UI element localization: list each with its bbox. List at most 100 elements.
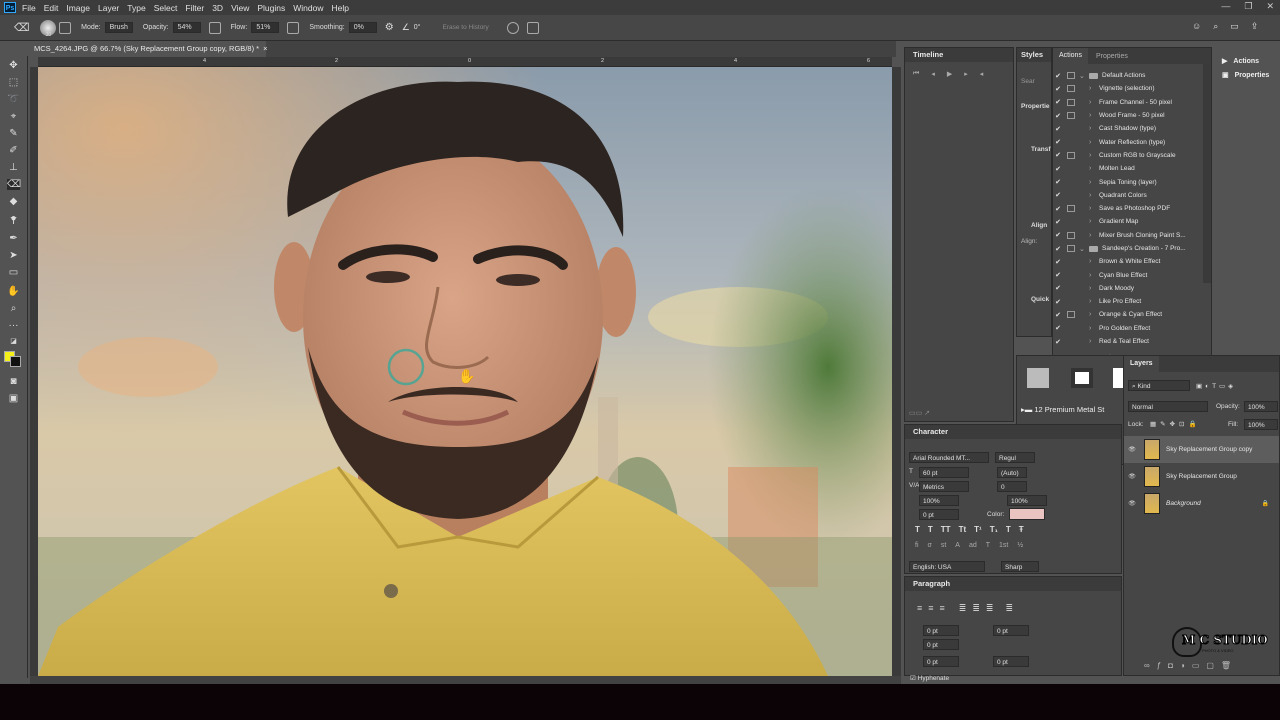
check-icon[interactable]: ✔: [1053, 138, 1063, 146]
type-style-button[interactable]: T₁: [990, 525, 998, 534]
stamp-tool-icon[interactable]: ⊥: [7, 162, 20, 173]
check-icon[interactable]: ✔: [1053, 271, 1063, 279]
first-frame-icon[interactable]: ⏮: [913, 70, 919, 78]
chevron-right-icon[interactable]: ›: [1089, 285, 1099, 292]
check-icon[interactable]: ✔: [1053, 112, 1063, 120]
share-export-icon[interactable]: ⇪: [1251, 21, 1259, 32]
action-row[interactable]: ✔ › Like Pro Effect: [1053, 295, 1211, 308]
check-icon[interactable]: ✔: [1053, 284, 1063, 292]
check-icon[interactable]: ✔: [1053, 231, 1063, 239]
blend-mode-select[interactable]: Normal: [1128, 401, 1208, 412]
font-style-select[interactable]: Regul: [995, 452, 1035, 463]
restore-icon[interactable]: ❐: [1244, 1, 1252, 12]
properties-tab[interactable]: Properties: [1088, 53, 1136, 60]
menu-select[interactable]: Select: [154, 3, 178, 13]
chevron-right-icon[interactable]: ›: [1089, 311, 1099, 318]
menu-view[interactable]: View: [231, 3, 249, 13]
menu-help[interactable]: Help: [331, 3, 348, 13]
blur-tool-icon[interactable]: ◆: [7, 196, 20, 207]
action-row[interactable]: ✔ › Molten Lead: [1053, 162, 1211, 175]
vertical-scrollbar[interactable]: [892, 67, 901, 676]
gear-icon[interactable]: ⚙: [385, 22, 394, 33]
chevron-right-icon[interactable]: ›: [1089, 165, 1099, 172]
action-row[interactable]: ✔ › Gradient Map: [1053, 215, 1211, 228]
dock-actions-button[interactable]: ▶ Actions: [1214, 53, 1280, 69]
hand-tool-icon[interactable]: ✋: [7, 286, 20, 297]
chevron-right-icon[interactable]: ›: [1089, 205, 1099, 212]
menu-3d[interactable]: 3D: [212, 3, 223, 13]
action-row[interactable]: ✔ ⌄ Default Actions: [1053, 69, 1211, 82]
mode-select[interactable]: Brush: [104, 22, 133, 33]
check-icon[interactable]: ✔: [1053, 98, 1063, 106]
quick-mask-icon[interactable]: ◙: [7, 376, 20, 387]
action-row[interactable]: ✔ › Quadrant Colors: [1053, 189, 1211, 202]
preset-swatch-1[interactable]: [1027, 368, 1049, 388]
background-color-swatch[interactable]: [10, 356, 21, 367]
visibility-eye-icon[interactable]: 👁: [1124, 500, 1140, 507]
action-row[interactable]: ✔ › Wood Frame - 50 pixel: [1053, 109, 1211, 122]
fill-input[interactable]: 100%: [1244, 419, 1278, 430]
antialias-select[interactable]: Sharp: [1001, 561, 1039, 572]
menu-file[interactable]: File: [22, 3, 36, 13]
audio-icon[interactable]: ◂: [980, 70, 984, 78]
chevron-right-icon[interactable]: ›: [1089, 125, 1099, 132]
document-canvas[interactable]: ✋: [38, 67, 892, 676]
action-row[interactable]: ✔ › Orange & Cyan Effect: [1053, 308, 1211, 321]
type-style-button[interactable]: T¹: [974, 525, 982, 534]
action-row[interactable]: ✔ › Red & Teal Effect: [1053, 335, 1211, 348]
action-row[interactable]: ✔ › Custom RGB to Grayscale: [1053, 149, 1211, 162]
justify-center-icon[interactable]: ≣: [972, 603, 980, 614]
dialog-toggle-icon[interactable]: [1067, 231, 1075, 239]
lock-icon[interactable]: 🔒: [1262, 500, 1269, 507]
dialog-toggle-icon[interactable]: [1067, 245, 1075, 252]
indent-left-input[interactable]: 0 pt: [923, 625, 959, 636]
check-icon[interactable]: ✔: [1053, 298, 1063, 306]
indent-right-input[interactable]: 0 pt: [993, 625, 1029, 636]
vertical-scale-input[interactable]: 100%: [919, 495, 959, 506]
symmetry-icon[interactable]: [526, 21, 539, 34]
chevron-right-icon[interactable]: ›: [1089, 179, 1099, 186]
flow-input[interactable]: 51%: [251, 22, 280, 33]
text-color-swatch[interactable]: [1009, 508, 1045, 520]
search-icon[interactable]: ⌕: [1213, 21, 1218, 32]
chevron-right-icon[interactable]: ›: [1089, 139, 1099, 146]
opentype-button[interactable]: T: [986, 542, 990, 549]
dialog-toggle-icon[interactable]: [1067, 151, 1075, 159]
layer-name[interactable]: Sky Replacement Group copy: [1166, 446, 1279, 453]
type-style-button[interactable]: TT: [941, 525, 951, 534]
erase-to-history-checkbox[interactable]: Erase to History: [442, 24, 488, 31]
styles-tab[interactable]: Styles: [1017, 48, 1051, 62]
justify-left-icon[interactable]: ≣: [959, 603, 967, 614]
horizontal-scale-input[interactable]: 100%: [1007, 495, 1047, 506]
layers-tab[interactable]: Layers: [1124, 356, 1159, 372]
dialog-toggle-icon[interactable]: [1067, 205, 1075, 213]
action-row[interactable]: ✔ › Pro Golden Effect: [1053, 322, 1211, 335]
dialog-toggle-icon[interactable]: [1067, 112, 1075, 120]
opentype-button[interactable]: st: [941, 542, 946, 549]
rectangle-tool-icon[interactable]: ▭: [7, 267, 20, 278]
chevron-right-icon[interactable]: ›: [1089, 272, 1099, 279]
language-select[interactable]: English: USA: [909, 561, 985, 572]
type-style-button[interactable]: T: [1006, 525, 1011, 534]
screen-mode-icon[interactable]: ▣: [7, 393, 20, 404]
check-icon[interactable]: ✔: [1053, 245, 1063, 253]
check-icon[interactable]: ✔: [1053, 85, 1063, 93]
next-frame-icon[interactable]: ▸: [964, 70, 968, 78]
type-style-button[interactable]: T: [928, 525, 933, 534]
menu-edit[interactable]: Edit: [44, 3, 59, 13]
chevron-right-icon[interactable]: ›: [1089, 232, 1099, 239]
space-after-input[interactable]: 0 pt: [993, 656, 1029, 667]
chevron-right-icon[interactable]: ›: [1089, 85, 1099, 92]
indent-first-line-input[interactable]: 0 pt: [923, 639, 959, 650]
type-tool-icon[interactable]: T: [7, 216, 20, 227]
dock-properties-button[interactable]: ▣ Properties: [1214, 69, 1280, 81]
chevron-right-icon[interactable]: ›: [1089, 325, 1099, 332]
layer-name[interactable]: Background: [1166, 500, 1262, 507]
opentype-button[interactable]: σ: [928, 542, 932, 549]
actions-tab[interactable]: Actions: [1053, 48, 1088, 64]
layer-name[interactable]: Sky Replacement Group: [1166, 473, 1279, 480]
action-row[interactable]: ✔ › Vignette (selection): [1053, 82, 1211, 95]
action-row[interactable]: ✔ › Cast Shadow (type): [1053, 122, 1211, 135]
hyphenate-checkbox[interactable]: ☑ Hyphenate: [910, 674, 949, 682]
move-tool-icon[interactable]: ✥: [7, 60, 20, 71]
